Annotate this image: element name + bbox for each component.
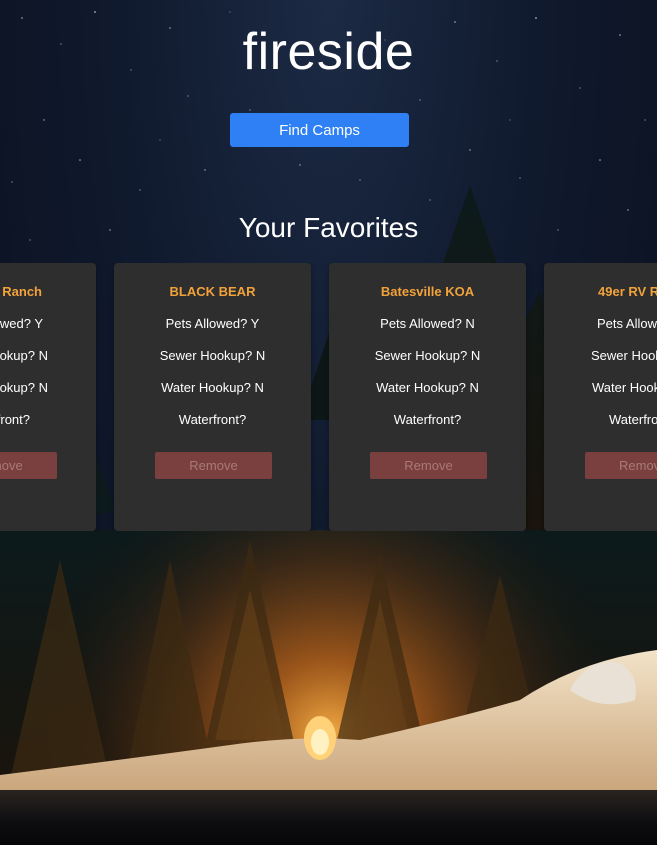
water-hookup: Water Hookup? N [0, 380, 48, 395]
favorite-card: Ranch Pets Allowed? Y Sewer Hookup? N Wa… [0, 263, 96, 531]
remove-button[interactable]: Remov [585, 452, 657, 479]
app-title: fireside [242, 23, 415, 81]
remove-button[interactable]: Remove [370, 452, 487, 479]
water-hookup: Water Hookup? N [376, 380, 479, 395]
camp-name: Ranch [2, 284, 42, 299]
waterfront: Waterfront? [0, 412, 30, 427]
find-camps-button[interactable]: Find Camps [230, 113, 409, 147]
sewer-hookup: Sewer Hookup? N [159, 348, 266, 363]
remove-button[interactable]: Remove [0, 452, 57, 479]
pets-allowed: Pets Allowed? N [380, 316, 475, 331]
sewer-hookup: Sewer Hook [591, 348, 657, 363]
water-hookup: Water Hookup? N [161, 380, 264, 395]
favorites-carousel[interactable]: Ranch Pets Allowed? Y Sewer Hookup? N Wa… [0, 263, 657, 531]
water-hookup: Water Hook [592, 380, 657, 395]
favorite-card: 49er RV R Pets Allowe Sewer Hook Water H… [544, 263, 657, 531]
sewer-hookup: Sewer Hookup? N [374, 348, 481, 363]
waterfront: Waterfro [609, 412, 657, 427]
favorite-card: BLACK BEAR Pets Allowed? Y Sewer Hookup?… [114, 263, 311, 531]
pets-allowed: Pets Allowed? Y [165, 316, 260, 331]
lake-reflection [0, 790, 657, 845]
waterfront: Waterfront? [178, 412, 247, 427]
camp-name: BLACK BEAR [169, 284, 256, 299]
remove-button[interactable]: Remove [155, 452, 272, 479]
favorite-card: Batesville KOA Pets Allowed? N Sewer Hoo… [329, 263, 526, 531]
waterfront: Waterfront? [393, 412, 462, 427]
camp-name: Batesville KOA [380, 284, 475, 299]
pets-allowed: Pets Allowed? Y [0, 316, 43, 331]
pets-allowed: Pets Allowe [597, 316, 657, 331]
sewer-hookup: Sewer Hookup? N [0, 348, 48, 363]
camp-name: 49er RV R [598, 284, 657, 299]
favorites-heading: Your Favorites [238, 212, 419, 243]
